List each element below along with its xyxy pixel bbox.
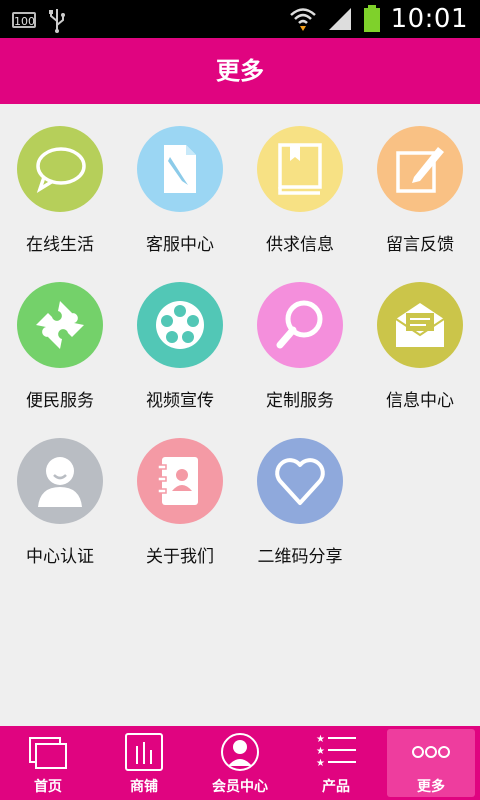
grid-item-label: 信息中心 — [386, 391, 454, 411]
svg-text:★: ★ — [316, 746, 325, 757]
member-avatar-icon — [221, 733, 259, 771]
film-reel-icon — [137, 282, 223, 368]
tab-more[interactable]: 更多 — [387, 729, 475, 797]
grid-item-feedback[interactable]: 留言反馈 — [360, 104, 480, 260]
grid-item-label: 在线生活 — [26, 235, 94, 255]
usb-icon — [49, 9, 65, 33]
tab-label: 更多 — [417, 779, 445, 795]
home-pages-icon — [29, 737, 67, 769]
svg-text:★: ★ — [316, 758, 325, 769]
puzzle-icon — [17, 282, 103, 368]
chat-bubble-icon — [17, 126, 103, 212]
grid-item-label: 关于我们 — [146, 547, 214, 567]
grid-item-label: 便民服务 — [26, 391, 94, 411]
book-icon — [257, 126, 343, 212]
contacts-book-icon — [137, 438, 223, 524]
signal-icon — [328, 8, 351, 30]
grid-item-convenience[interactable]: 便民服务 — [0, 260, 120, 416]
grid-item-online-life[interactable]: 在线生活 — [0, 104, 120, 260]
header-bar: 更多 — [0, 38, 480, 104]
heart-icon — [257, 438, 343, 524]
grid-item-label: 客服中心 — [146, 235, 214, 255]
grid-item-label: 视频宣传 — [146, 391, 214, 411]
tab-home[interactable]: 首页 — [0, 726, 96, 800]
note-pencil-icon — [377, 126, 463, 212]
grid-item-label: 中心认证 — [26, 547, 94, 567]
clock: 10:01 — [390, 4, 468, 34]
grid-item-custom[interactable]: 定制服务 — [240, 260, 360, 416]
grid-item-certification[interactable]: 中心认证 — [0, 416, 120, 572]
page-title: 更多 — [216, 57, 264, 85]
tab-store[interactable]: 商铺 — [96, 726, 192, 800]
grid-item-label: 二维码分享 — [257, 547, 343, 567]
bottom-tab-bar: 首页 商铺 会员中心 ★ ★ ★ 产品 更多 — [0, 726, 480, 800]
tab-label: 会员中心 — [212, 779, 268, 795]
tab-label: 首页 — [34, 779, 62, 795]
grid-item-info-center[interactable]: 信息中心 — [360, 260, 480, 416]
grid-item-label: 供求信息 — [266, 235, 334, 255]
document-edit-icon — [137, 126, 223, 212]
tab-member-center[interactable]: 会员中心 — [192, 726, 288, 800]
grid-item-label: 定制服务 — [266, 391, 334, 411]
grid-item-qr-share[interactable]: 二维码分享 — [240, 416, 360, 572]
magnifier-icon — [257, 282, 343, 368]
store-bars-icon — [125, 733, 163, 771]
user-avatar-icon — [17, 438, 103, 524]
status-bar: 100 10:01 — [0, 0, 480, 38]
battery-percent-icon: 100 — [12, 12, 36, 28]
grid-item-about-us[interactable]: 关于我们 — [120, 416, 240, 572]
tab-label: 商铺 — [130, 779, 158, 795]
grid-item-video[interactable]: 视频宣传 — [120, 260, 240, 416]
grid-item-supply-demand[interactable]: 供求信息 — [240, 104, 360, 260]
wifi-icon — [289, 8, 316, 31]
svg-text:★: ★ — [316, 734, 325, 745]
more-dots-icon — [412, 746, 450, 758]
battery-icon — [363, 5, 380, 32]
grid-item-customer-service[interactable]: 客服中心 — [120, 104, 240, 260]
star-list-icon: ★ ★ ★ — [316, 734, 356, 769]
tab-products[interactable]: ★ ★ ★ 产品 — [288, 726, 384, 800]
envelope-icon — [377, 282, 463, 368]
tab-label: 产品 — [322, 779, 350, 795]
grid-item-label: 留言反馈 — [386, 235, 454, 255]
